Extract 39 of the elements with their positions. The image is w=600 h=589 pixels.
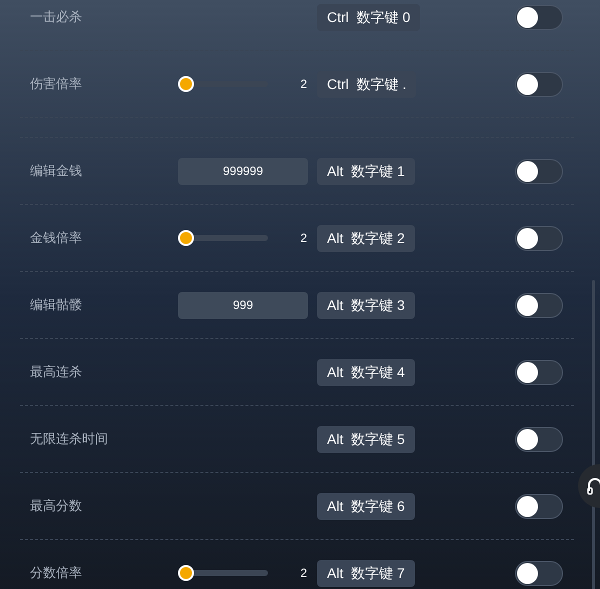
slider[interactable] (178, 230, 268, 246)
setting-label: 金钱倍率 (30, 229, 83, 248)
slider[interactable] (178, 565, 268, 581)
hotkey-label: Alt 数字键 4 (317, 358, 415, 386)
slider-value: 2 (300, 76, 307, 93)
slider-thumb[interactable] (178, 76, 194, 92)
toggle-switch[interactable] (515, 226, 563, 250)
setting-label: 伤害倍率 (30, 75, 83, 94)
toggle-switch[interactable] (515, 72, 563, 96)
hotkey-label: Ctrl 数字键 . (317, 70, 416, 98)
hotkey-label: Alt 数字键 2 (317, 224, 415, 252)
toggle-switch[interactable] (515, 426, 563, 452)
hotkey-label: Alt 数字键 5 (317, 426, 415, 452)
hotkey-label: Ctrl 数字键 0 (317, 4, 420, 30)
setting-label: 分数倍率 (30, 564, 83, 582)
input-field[interactable]: 999 (178, 292, 308, 318)
toggle-switch[interactable] (515, 494, 563, 518)
hotkey-label: Alt 数字键 7 (317, 560, 415, 586)
toggle-switch[interactable] (515, 292, 563, 318)
setting-label: 无限连杀时间 (30, 430, 109, 448)
setting-label: 一击必杀 (30, 8, 83, 26)
hotkey-label: Alt 数字键 6 (317, 492, 415, 520)
toggle-switch[interactable] (515, 560, 563, 586)
setting-label: 最高连杀 (30, 363, 83, 382)
slider-value: 2 (300, 565, 307, 582)
hotkey-label: Alt 数字键 1 (317, 158, 415, 184)
input-field[interactable]: 999999 (178, 158, 308, 184)
slider[interactable] (178, 76, 268, 92)
slider-thumb[interactable] (178, 565, 194, 581)
headphones-icon (587, 477, 600, 495)
toggle-switch[interactable] (515, 360, 563, 384)
setting-label: 编辑金钱 (30, 162, 83, 180)
toggle-switch[interactable] (515, 158, 563, 184)
setting-label: 编辑骷髅 (30, 296, 83, 314)
slider-value: 2 (300, 230, 307, 247)
hotkey-label: Alt 数字键 3 (317, 292, 415, 318)
setting-label: 最高分数 (30, 497, 83, 516)
slider-thumb[interactable] (178, 230, 194, 246)
toggle-switch[interactable] (515, 4, 563, 30)
